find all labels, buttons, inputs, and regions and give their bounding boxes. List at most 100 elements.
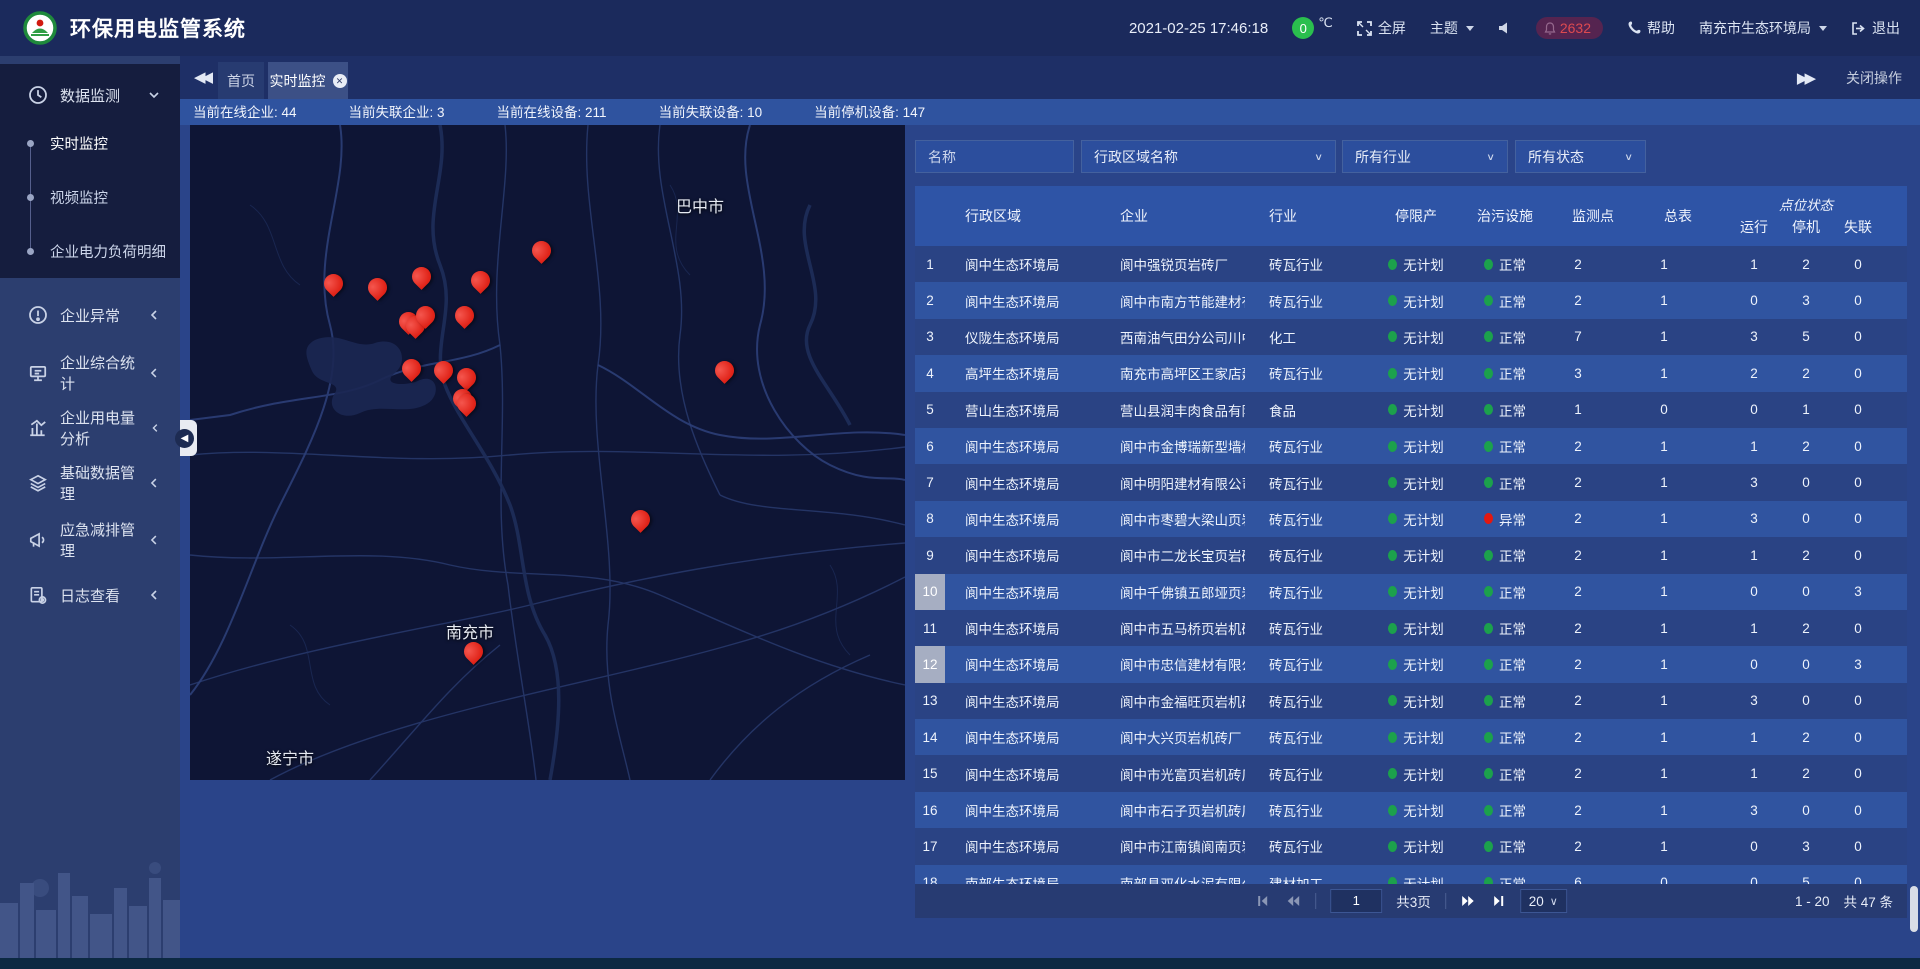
table-row[interactable]: 10阆中生态环境局阆中千佛镇五郎垭页岩砖瓦行业无计划正常21003: [915, 574, 1907, 610]
cell-company: 阆中市光富页岩机砖厂: [1065, 755, 1245, 791]
bar-chart-icon: [28, 418, 48, 438]
cell-points: 2: [1553, 646, 1603, 682]
industry-filter-select[interactable]: 所有行业 ∨: [1342, 140, 1508, 173]
cell-run: 2: [1723, 355, 1785, 391]
table-row[interactable]: 18南部生态环境局南部县双化水泥有限公建材加工无计划正常60050: [915, 865, 1907, 884]
facility-text: 正常: [1499, 691, 1526, 711]
tab-home[interactable]: 首页: [218, 62, 264, 99]
temperature-unit: ℃: [1318, 15, 1333, 31]
cell-lost: 3: [1827, 574, 1889, 610]
table-row[interactable]: 7阆中生态环境局阆中明阳建材有限公司砖瓦行业无计划正常21300: [915, 464, 1907, 500]
tab-realtime-monitor[interactable]: 实时监控 ✕: [268, 62, 348, 99]
table-row[interactable]: 17阆中生态环境局阆中市江南镇阆南页岩砖瓦行业无计划正常21030: [915, 828, 1907, 864]
map-canvas[interactable]: 巴中市南充市遂宁市: [190, 125, 905, 780]
sidebar-group-company-statistics[interactable]: 企业综合统计: [0, 350, 180, 396]
sidebar-group-power-analysis[interactable]: 企业用电量分析: [0, 405, 180, 451]
row-index: 18: [915, 865, 945, 884]
cell-region: 阆中生态环境局: [945, 719, 1065, 755]
mute-button[interactable]: [1498, 21, 1512, 35]
log-document-icon: [28, 585, 48, 605]
logout-button[interactable]: 退出: [1851, 18, 1900, 38]
cell-run: 3: [1723, 464, 1785, 500]
facility-text: 正常: [1499, 254, 1526, 274]
table-row[interactable]: 14阆中生态环境局阆中大兴页岩机砖厂砖瓦行业无计划正常21120: [915, 719, 1907, 755]
cell-limit: 无计划: [1375, 719, 1457, 755]
chevron-left-icon: [148, 589, 160, 601]
table-row[interactable]: 11阆中生态环境局阆中市五马桥页岩机砖砖瓦行业无计划正常21120: [915, 610, 1907, 646]
cell-run: 0: [1723, 828, 1785, 864]
fullscreen-button[interactable]: 全屏: [1357, 18, 1406, 38]
cell-company: 阆中市五马桥页岩机砖: [1065, 610, 1245, 646]
sidebar-group-base-data[interactable]: 基础数据管理: [0, 460, 180, 506]
table-row[interactable]: 5营山生态环境局营山县润丰肉食品有限食品无计划正常10010: [915, 392, 1907, 428]
table-row[interactable]: 9阆中生态环境局阆中市二龙长宝页岩砖砖瓦行业无计划正常21120: [915, 537, 1907, 573]
row-index: 3: [915, 319, 945, 355]
table-row[interactable]: 3仪陇生态环境局西南油气田分公司川中化工无计划正常71350: [915, 319, 1907, 355]
sidebar-group-emergency[interactable]: 应急减排管理: [0, 517, 180, 563]
col-header-facility: 治污设施: [1457, 186, 1553, 246]
table-row[interactable]: 6阆中生态环境局阆中市金博瑞新型墙材砖瓦行业无计划正常21120: [915, 428, 1907, 464]
col-header-industry: 行业: [1245, 186, 1375, 246]
table-row[interactable]: 13阆中生态环境局阆中市金福旺页岩机砖砖瓦行业无计划正常21300: [915, 683, 1907, 719]
theme-button[interactable]: 主题: [1430, 18, 1474, 38]
region-filter-select[interactable]: 行政区域名称 ∨: [1081, 140, 1336, 173]
cell-limit: 无计划: [1375, 501, 1457, 537]
notification-badge[interactable]: 2632: [1536, 17, 1603, 39]
sidebar-group-company-abnormal[interactable]: 企业异常: [0, 292, 180, 338]
sidebar-group-data-monitor[interactable]: 数据监测: [0, 72, 180, 118]
facility-text: 正常: [1499, 727, 1526, 747]
status-dot-icon: [1388, 768, 1397, 779]
app-root: 环保用电监管系统 2021-02-25 17:46:18 0 ℃ 全屏 主题: [0, 0, 1920, 969]
close-operations-button[interactable]: 关闭操作: [1846, 68, 1902, 88]
first-page-icon[interactable]: [1255, 893, 1271, 909]
sidebar-item-realtime-monitor[interactable]: 实时监控: [0, 128, 180, 158]
tabs-scroll-right-icon[interactable]: ▶▶: [1797, 69, 1812, 87]
table-row[interactable]: 15阆中生态环境局阆中市光富页岩机砖厂砖瓦行业无计划正常21120: [915, 755, 1907, 791]
status-dot-icon: [1388, 586, 1397, 597]
table-row[interactable]: 1阆中生态环境局阆中强锐页岩砖厂砖瓦行业无计划正常21120: [915, 246, 1907, 282]
tab-close-icon[interactable]: ✕: [333, 74, 347, 88]
cell-stop: 0: [1785, 501, 1827, 537]
table-row[interactable]: 16阆中生态环境局阆中市石子页岩机砖厂砖瓦行业无计划正常21300: [915, 792, 1907, 828]
status-dot-icon: [1484, 404, 1493, 415]
table-row[interactable]: 2阆中生态环境局阆中市南方节能建材有砖瓦行业无计划正常21030: [915, 282, 1907, 318]
sidebar-group-log-view[interactable]: 日志查看: [0, 572, 180, 618]
tabs-scroll-left-icon[interactable]: ◀◀: [194, 68, 209, 86]
status-filter-select[interactable]: 所有状态 ∨: [1515, 140, 1646, 173]
city-label: 南充市: [446, 619, 494, 643]
prev-page-icon[interactable]: [1285, 893, 1301, 909]
row-index: 13: [915, 683, 945, 719]
cell-points: 2: [1553, 610, 1603, 646]
page-title: 环保用电监管系统: [70, 13, 246, 43]
facility-text: 正常: [1499, 836, 1526, 856]
name-input[interactable]: [916, 141, 1073, 172]
org-dropdown[interactable]: 南充市生态环境局: [1699, 18, 1827, 38]
sidebar-item-video-monitor[interactable]: 视频监控: [0, 182, 180, 212]
scrollbar-thumb[interactable]: [1910, 886, 1918, 932]
org-caret-icon: [1819, 26, 1827, 31]
sidebar-item-power-load-detail[interactable]: 企业电力负荷明细: [0, 236, 180, 266]
limit-text: 无计划: [1403, 400, 1444, 420]
page-size-select[interactable]: 20 ∨: [1520, 889, 1567, 913]
status-dot-icon: [1388, 368, 1397, 379]
cell-industry: 砖瓦行业: [1245, 755, 1375, 791]
facility-text: 正常: [1499, 654, 1526, 674]
cell-run: 1: [1723, 719, 1785, 755]
last-page-icon[interactable]: [1490, 893, 1506, 909]
limit-text: 无计划: [1403, 582, 1444, 602]
next-page-icon[interactable]: [1460, 893, 1476, 909]
table-row[interactable]: 8阆中生态环境局阆中市枣碧大梁山页岩砖瓦行业无计划异常21300: [915, 501, 1907, 537]
status-dot-icon: [1388, 841, 1397, 852]
cell-company: 阆中市二龙长宝页岩砖: [1065, 537, 1245, 573]
help-button[interactable]: 帮助: [1627, 18, 1675, 38]
table-row[interactable]: 12阆中生态环境局阆中市忠信建材有限公砖瓦行业无计划正常21003: [915, 646, 1907, 682]
name-filter-input[interactable]: [915, 140, 1074, 173]
cell-company: 西南油气田分公司川中: [1065, 319, 1245, 355]
cell-lost: 0: [1827, 610, 1889, 646]
sidebar-collapse-handle[interactable]: ◀: [180, 420, 197, 456]
page-number-input[interactable]: 1: [1330, 889, 1382, 913]
submenu-dot-icon: [27, 194, 34, 201]
table-row[interactable]: 4高坪生态环境局南充市高坪区王家店建砖瓦行业无计划正常31220: [915, 355, 1907, 391]
stat-item: 当前失联设备: 10: [659, 101, 763, 121]
cell-stop: 2: [1785, 537, 1827, 573]
